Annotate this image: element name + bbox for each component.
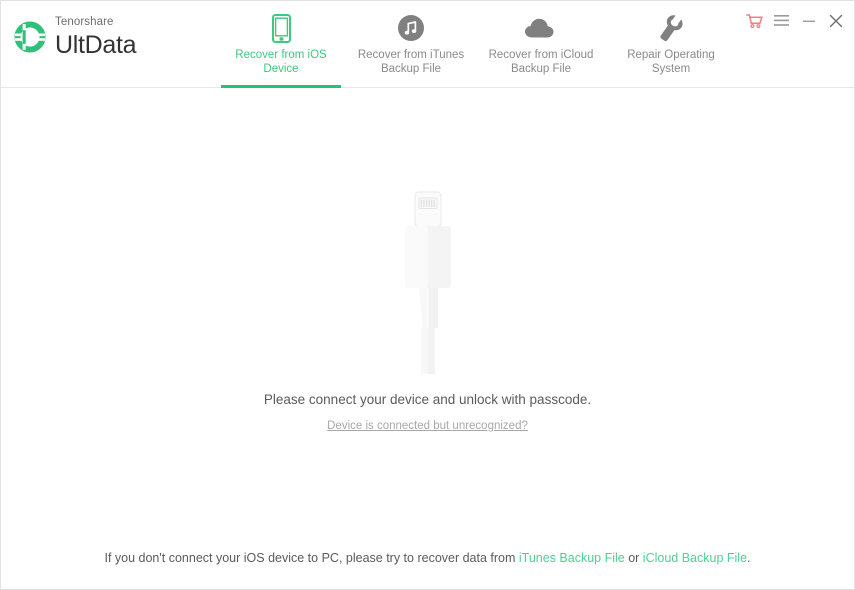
footer-text-after: . bbox=[747, 551, 751, 565]
itunes-backup-file-link[interactable]: iTunes Backup File bbox=[519, 551, 625, 565]
lightning-cable-illustration bbox=[1, 188, 854, 376]
connect-device-message: Please connect your device and unlock wi… bbox=[263, 392, 592, 407]
tab-label: Repair Operating System bbox=[627, 49, 715, 75]
tab-recover-from-icloud-backup-file[interactable]: Recover from iCloud Backup File bbox=[476, 1, 606, 88]
main-content: Please connect your device and unlock wi… bbox=[1, 88, 854, 589]
wrench-icon bbox=[657, 13, 685, 43]
tab-recover-from-itunes-backup-file[interactable]: Recover from iTunes Backup File bbox=[346, 1, 476, 88]
icloud-backup-file-link[interactable]: iCloud Backup File bbox=[643, 551, 747, 565]
itunes-music-note-icon bbox=[397, 13, 425, 43]
brand-logo-block: Tenorshare UltData bbox=[14, 16, 137, 59]
ultdata-ring-logo-icon bbox=[14, 21, 46, 53]
app-window: Tenorshare UltData Recover from iOS Devi… bbox=[0, 0, 855, 590]
brand-text: Tenorshare UltData bbox=[55, 16, 137, 59]
close-icon[interactable] bbox=[827, 12, 844, 29]
cart-icon[interactable] bbox=[746, 12, 763, 29]
tab-recover-from-ios-device[interactable]: Recover from iOS Device bbox=[216, 1, 346, 88]
window-controls bbox=[746, 12, 844, 29]
tab-label: Recover from iTunes Backup File bbox=[357, 49, 465, 75]
tab-label: Recover from iCloud Backup File bbox=[488, 49, 594, 75]
footer-note: If you don't connect your iOS device to … bbox=[1, 551, 854, 565]
smartphone-icon bbox=[271, 13, 291, 43]
lightning-cable-icon bbox=[404, 191, 451, 374]
device-unrecognized-link[interactable]: Device is connected but unrecognized? bbox=[327, 420, 528, 432]
cloud-icon bbox=[524, 13, 558, 43]
tab-repair-operating-system[interactable]: Repair Operating System bbox=[606, 1, 736, 88]
menu-icon[interactable] bbox=[773, 12, 790, 29]
brand-product-name: UltData bbox=[55, 30, 137, 59]
footer-text-between: or bbox=[624, 551, 643, 565]
brand-company-name: Tenorshare bbox=[55, 16, 114, 28]
main-nav-tabs: Recover from iOS Device Recover from iTu… bbox=[216, 1, 736, 88]
app-header: Tenorshare UltData Recover from iOS Devi… bbox=[1, 1, 854, 88]
minimize-icon[interactable] bbox=[800, 12, 817, 29]
footer-text-before: If you don't connect your iOS device to … bbox=[104, 551, 519, 565]
device-unrecognized-link-wrap: Device is connected but unrecognized? bbox=[1, 416, 854, 434]
tab-label: Recover from iOS Device bbox=[235, 49, 327, 75]
